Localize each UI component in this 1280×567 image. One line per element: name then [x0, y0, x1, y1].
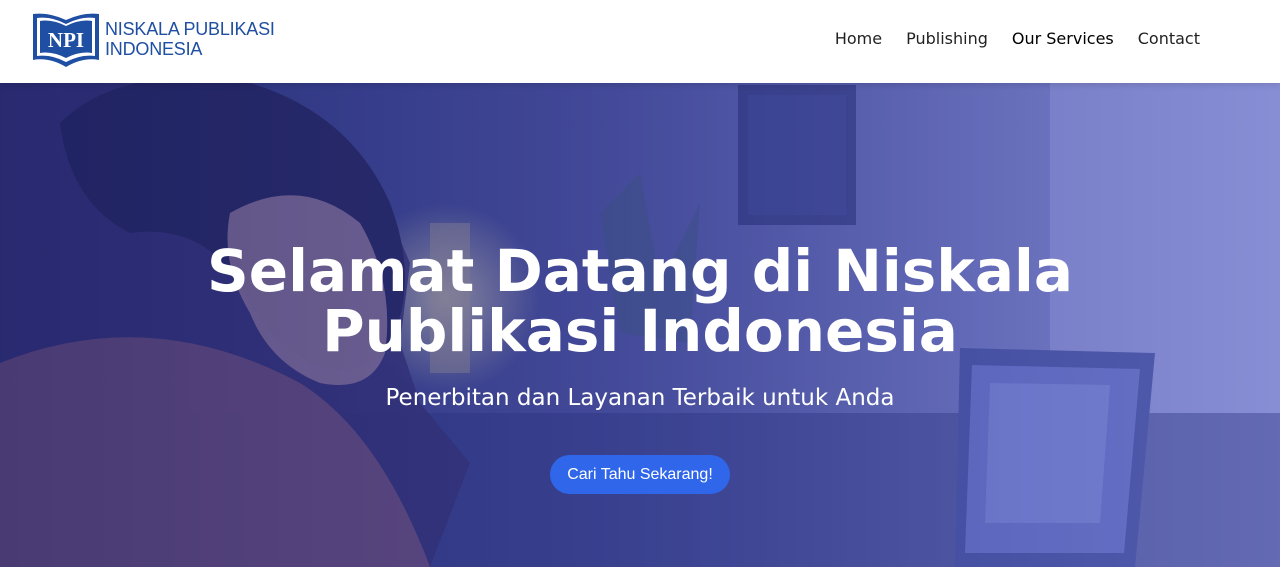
nav-link-home[interactable]: Home: [835, 29, 882, 48]
brand-name-line2: INDONESIA: [105, 39, 203, 59]
brand-name-line1: NISKALA PUBLIKASI: [105, 19, 275, 39]
main-nav: Home Publishing Our Services Contact: [835, 28, 1200, 50]
hero-content: Selamat Datang di Niskala Publikasi Indo…: [0, 241, 1280, 494]
brand-logo[interactable]: NPI NISKALA PUBLIKASI INDONESIA: [31, 10, 275, 68]
navbar: NPI NISKALA PUBLIKASI INDONESIA Home Pub…: [0, 0, 1280, 83]
learn-more-button[interactable]: Cari Tahu Sekarang!: [550, 455, 730, 494]
hero-title: Selamat Datang di Niskala Publikasi Indo…: [206, 237, 1074, 365]
brand-name: NISKALA PUBLIKASI INDONESIA: [105, 19, 275, 59]
hero-section: Selamat Datang di Niskala Publikasi Indo…: [0, 83, 1280, 567]
nav-link-our-services[interactable]: Our Services: [1012, 29, 1114, 48]
open-book-logo-icon: NPI: [33, 13, 99, 68]
logo-monogram: NPI: [48, 28, 84, 52]
nav-link-publishing[interactable]: Publishing: [906, 29, 988, 48]
nav-link-contact[interactable]: Contact: [1138, 29, 1200, 48]
hero-subtitle: Penerbitan dan Layanan Terbaik untuk And…: [385, 385, 895, 411]
